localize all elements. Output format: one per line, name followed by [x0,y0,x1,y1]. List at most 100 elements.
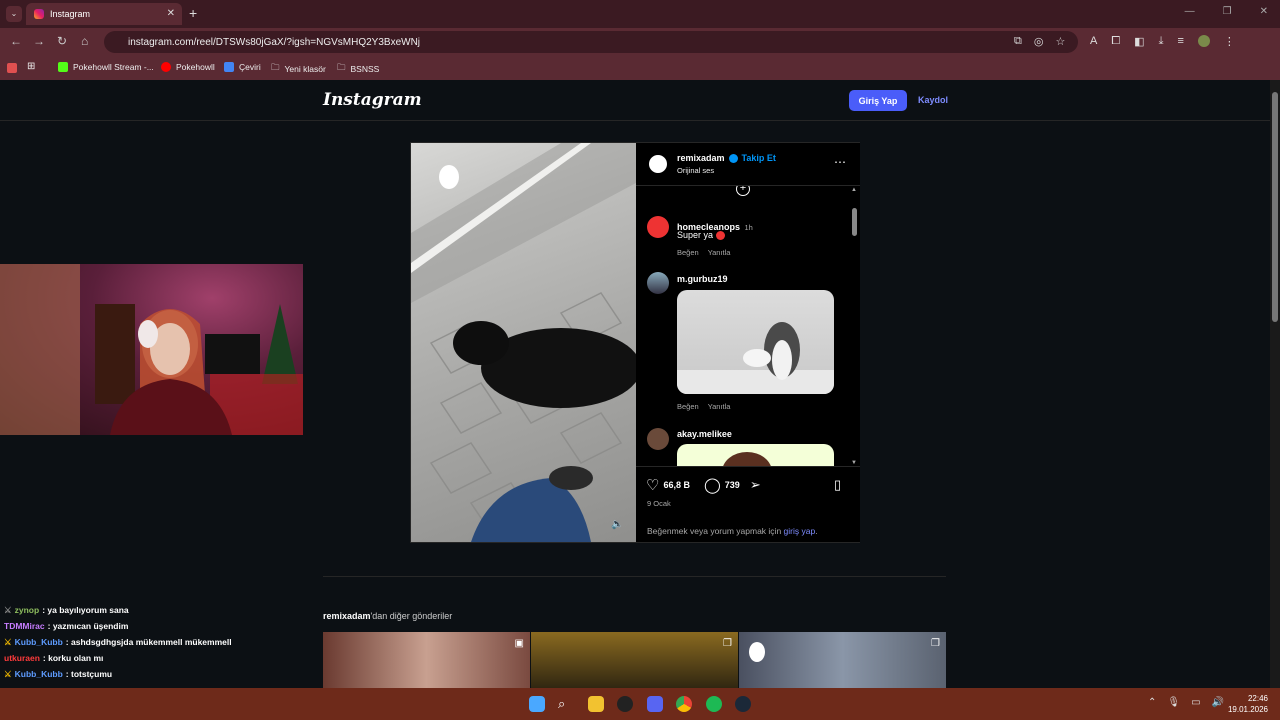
post-thumbnail[interactable]: ▣ [323,632,530,688]
microphone-icon[interactable]: 🎙 [1167,697,1180,708]
comment-username[interactable]: akay.melikee [677,429,732,439]
profile-switch-icon[interactable]: ◧ [1134,35,1144,48]
youtube-icon [161,62,171,72]
comments-count: 739 [724,480,740,490]
post-username[interactable]: remixadam [677,153,725,163]
apps-grid-icon[interactable]: ⊞ [27,61,35,72]
more-posts-grid: ▣ ❐ ❐ [323,632,946,688]
tray-expand-icon[interactable]: ⌃ [1148,697,1156,708]
extensions-icon[interactable]: ⧠ [1111,35,1120,48]
chat-text: : yazmıcan üşendim [47,621,129,631]
page-scrollbar[interactable] [1270,80,1280,688]
audio-label[interactable]: Orijinal ses [677,166,714,175]
forward-icon[interactable]: → [33,34,45,48]
reel-video[interactable]: 🔈 [411,143,636,542]
chat-user: zynop [14,605,40,615]
follow-button[interactable]: Takip Et [742,153,776,163]
comment-gif[interactable] [677,290,834,394]
file-explorer-icon[interactable] [588,696,604,712]
close-window-icon[interactable]: ✕ [1260,6,1268,17]
volume-icon[interactable]: 🔈 [611,519,623,530]
creator-watermark-icon [749,642,765,662]
spotify-icon[interactable] [706,696,722,712]
chat-text: : totstçumu [65,669,113,679]
chat-message: TDMMirac : yazmıcan üşendim [0,618,300,634]
bookmark-item[interactable]: Çeviri [224,62,261,72]
menu-icon[interactable]: ⋮ [1224,35,1235,48]
share-icon[interactable]: ➢ [750,477,761,493]
restore-icon[interactable]: ❐ [1223,6,1232,17]
avatar[interactable] [1197,35,1210,47]
network-icon[interactable]: ▭ [1191,697,1200,708]
comments-scrollbar[interactable]: ▲ ▼ [851,187,858,466]
search-icon[interactable]: ⌕ [558,696,574,712]
system-clock[interactable]: 22:46 19.01.2026 [1228,693,1268,715]
extension-a-icon[interactable]: A [1090,35,1097,48]
url-text: instagram.com/reel/DTSWs80jGaX/?igsh=NGV… [128,36,421,48]
load-more-icon[interactable]: + [736,186,750,196]
comment-gif[interactable] [677,444,834,466]
scroll-up-icon[interactable]: ▲ [851,187,857,193]
folder-icon: 🗀 [271,62,280,72]
instagram-favicon-icon [34,9,44,19]
bookmark-folder[interactable]: 🗀 Yeni klasör [271,62,326,76]
comment-username[interactable]: m.gurbuz19 [677,274,728,284]
save-icon[interactable]: ▯ [834,477,841,493]
bookmark-item[interactable]: Pokehowll [161,62,215,72]
badge-icon: ⚔ [4,668,12,679]
like-icon[interactable]: ♡ [646,476,659,494]
chat-message: ⚔ zynop : ya bayılıyorum sana [0,602,300,618]
likes-count[interactable]: 66,8 B [663,480,690,490]
download-icon[interactable]: ⤓ [1159,35,1164,48]
kick-icon [58,62,68,72]
instagram-logo[interactable]: Instagram [323,90,422,110]
new-tab-button[interactable]: + [189,5,197,21]
avatar[interactable] [647,428,669,450]
chrome-icon[interactable] [676,696,692,712]
reading-list-icon[interactable]: ≡ [1177,35,1183,48]
tab-instagram[interactable]: Instagram ✕ [26,3,182,25]
avatar[interactable] [647,153,669,175]
obs-icon[interactable] [617,696,633,712]
avatar[interactable] [647,272,669,294]
bookmark-folder[interactable]: 🗀 BSNSS [337,62,379,76]
reload-icon[interactable]: ↻ [57,34,67,48]
scroll-thumb[interactable] [852,208,857,236]
scroll-down-icon[interactable]: ▼ [851,460,857,466]
start-icon[interactable] [529,696,545,712]
post-thumbnail[interactable]: ❐ [531,632,738,688]
video-frame [411,143,636,542]
chat-user: Kubb_Kubb [14,637,63,647]
reply-link[interactable]: Yanıtla [708,402,731,411]
chat-message: ⚔ Kubb_Kubb : ashdsgdhgsjda mükemmell mü… [0,634,300,650]
comments-list[interactable]: + homecleanops 1h Super ya Beğen Yanıtla … [636,185,860,467]
bookmark-star-icon[interactable]: ☆ [1055,35,1065,48]
comment-icon[interactable]: ◯ [704,476,721,494]
volume-icon[interactable]: 🔊 [1212,697,1224,708]
chat-user: TDMMirac [4,621,45,631]
like-comment-link[interactable]: Beğen [677,248,699,257]
verified-icon [728,153,738,163]
install-app-icon[interactable]: ⧉ [1014,35,1022,48]
address-bar[interactable]: instagram.com/reel/DTSWs80jGaX/?igsh=NGV… [104,31,1078,53]
page-scroll-thumb[interactable] [1272,92,1278,322]
tab-search-button[interactable]: ⌄ [6,6,22,22]
like-comment-link[interactable]: Beğen [677,402,699,411]
login-link[interactable]: giriş yap [784,526,816,536]
avatar[interactable] [647,216,669,238]
home-icon[interactable]: ⌂ [81,34,88,48]
discord-icon[interactable] [647,696,663,712]
signup-link[interactable]: Kaydol [918,95,948,105]
login-button[interactable]: Giriş Yap [849,90,907,111]
reply-link[interactable]: Yanıtla [708,248,731,257]
minimize-icon[interactable]: — [1185,6,1195,17]
tracking-icon[interactable]: ◎ [1034,35,1044,48]
bookmark-app-icon[interactable] [7,63,17,73]
steam-icon[interactable] [735,696,751,712]
more-options-icon[interactable]: ⋯ [834,155,846,169]
bookmark-item[interactable]: Pokehowll Stream -... [58,62,154,72]
close-tab-icon[interactable]: ✕ [167,8,175,19]
chat-user: utkuraen [4,653,40,663]
post-thumbnail[interactable]: ❐ [739,632,946,688]
back-icon[interactable]: ← [10,34,22,48]
